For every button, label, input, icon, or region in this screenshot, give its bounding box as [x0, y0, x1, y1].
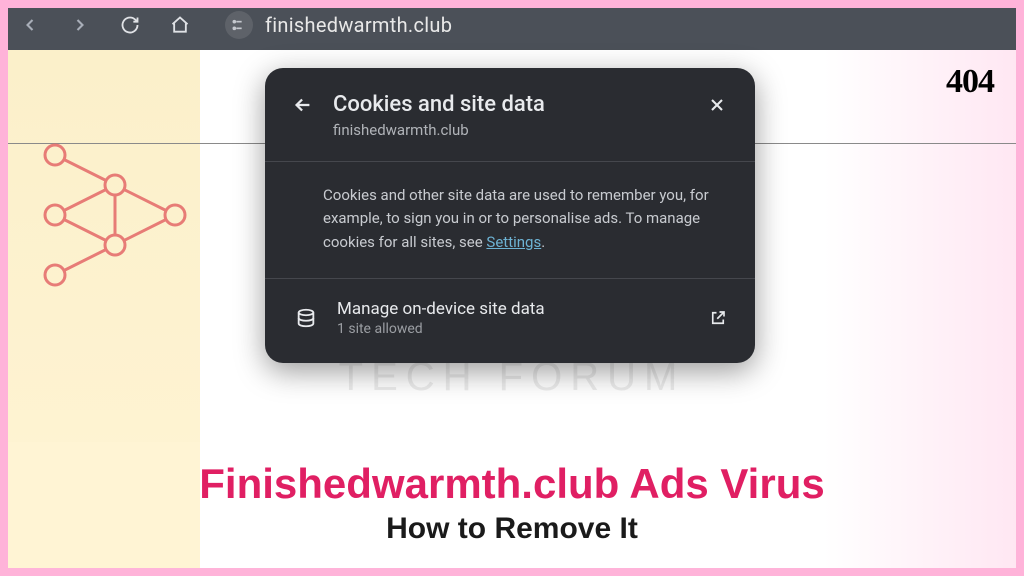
- browser-toolbar: finishedwarmth.club: [0, 0, 1024, 50]
- site-info-icon[interactable]: [225, 11, 253, 39]
- divider: [265, 278, 755, 279]
- page-content: 404 SENSORS TECH FORUM Cookies and site …: [0, 50, 1024, 576]
- forward-button[interactable]: [70, 15, 90, 35]
- popup-description: Cookies and other site data are used to …: [291, 184, 729, 254]
- popup-header: Cookies and site data: [291, 92, 729, 117]
- manage-title: Manage on-device site data: [337, 299, 689, 319]
- popup-body-end: .: [541, 233, 545, 251]
- reload-button[interactable]: [120, 15, 140, 35]
- banner-title: Finishedwarmth.club Ads Virus: [0, 460, 1024, 508]
- popup-close-button[interactable]: [705, 93, 729, 117]
- url-text: finishedwarmth.club: [265, 13, 452, 37]
- address-bar[interactable]: finishedwarmth.club: [225, 11, 452, 39]
- banner-subtitle: How to Remove It: [0, 512, 1024, 546]
- settings-link[interactable]: Settings: [486, 233, 541, 251]
- manage-subtitle: 1 site allowed: [337, 321, 689, 337]
- sensors-logo-icon: [25, 125, 205, 305]
- popup-domain: finishedwarmth.club: [333, 121, 729, 139]
- divider: [265, 161, 755, 162]
- manage-text-group: Manage on-device site data 1 site allowe…: [337, 299, 689, 337]
- popup-title: Cookies and site data: [333, 92, 687, 117]
- cookies-popup: Cookies and site data finishedwarmth.clu…: [265, 68, 755, 363]
- article-banner: Finishedwarmth.club Ads Virus How to Rem…: [0, 442, 1024, 576]
- open-external-icon[interactable]: [707, 307, 729, 329]
- home-button[interactable]: [170, 15, 190, 35]
- nav-icons-group: [20, 15, 190, 35]
- manage-site-data-row[interactable]: Manage on-device site data 1 site allowe…: [291, 299, 729, 337]
- error-code: 404: [946, 63, 994, 101]
- database-icon: [293, 305, 319, 331]
- popup-back-button[interactable]: [291, 93, 315, 117]
- back-button[interactable]: [20, 15, 40, 35]
